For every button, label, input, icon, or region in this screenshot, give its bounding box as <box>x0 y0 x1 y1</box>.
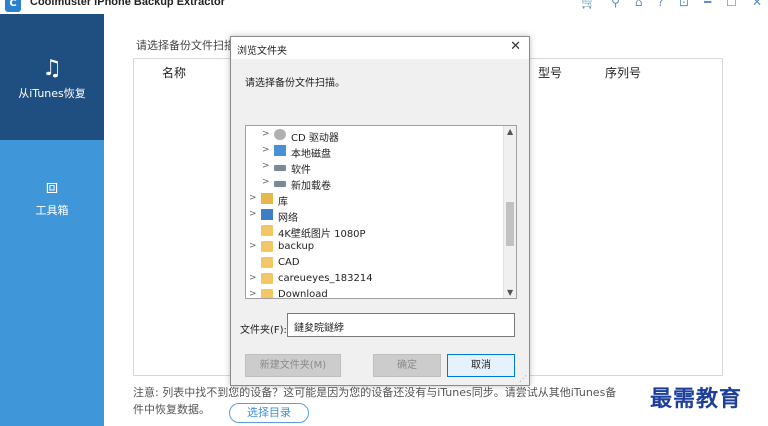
folder-icon <box>261 273 273 284</box>
ok-button[interactable]: 确定 <box>373 354 441 377</box>
home-icon[interactable]: ⌂ <box>635 0 643 9</box>
cart-icon[interactable]: 🛒 <box>581 0 596 9</box>
scroll-up-icon[interactable]: ▲ <box>507 127 513 136</box>
column-header-name[interactable]: 名称 <box>162 64 186 81</box>
app-title: Coolmuster iPhone Backup Extractor <box>30 0 225 8</box>
select-directory-button[interactable]: 选择目录 <box>229 403 309 423</box>
local-disk-icon <box>274 145 286 156</box>
key-icon[interactable]: ⚲ <box>611 0 620 9</box>
folder-icon <box>261 257 273 268</box>
close-icon[interactable]: ✕ <box>752 0 762 9</box>
cancel-button[interactable]: 取消 <box>447 354 515 377</box>
library-icon <box>261 193 273 204</box>
column-header-serial[interactable]: 序列号 <box>605 64 641 81</box>
tree-scrollbar[interactable]: ▲ ▼ <box>503 126 516 298</box>
music-sync-icon: ♫ <box>42 56 62 81</box>
note-text-line2: 件中恢复数据。 <box>133 403 210 416</box>
scroll-down-icon[interactable]: ▼ <box>507 288 513 297</box>
folder-icon <box>261 241 273 252</box>
tree-item-label: 软件 <box>291 165 311 176</box>
dialog-title-bar: 浏览文件夹 ✕ <box>231 37 529 59</box>
minimize-icon[interactable]: ━ <box>704 0 711 9</box>
folder-icon <box>261 225 273 236</box>
folder-field-label: 文件夹(F): <box>240 325 287 336</box>
drive-icon <box>274 165 286 171</box>
expand-arrow-icon[interactable]: > <box>249 241 257 251</box>
title-bar-icons: 🛒 ⚲ ⌂ ? ⊡ ━ ☐ ✕ <box>581 0 762 9</box>
scroll-thumb[interactable] <box>506 202 514 246</box>
title-bar: C Coolmuster iPhone Backup Extractor 🛒 ⚲… <box>0 0 768 14</box>
resize-grip-icon[interactable]: ⋰ <box>519 374 527 383</box>
tree-item-label: CAD <box>278 257 300 268</box>
sidebar-item-label: 工具箱 <box>35 204 69 217</box>
expand-arrow-icon[interactable]: > <box>262 129 270 139</box>
note-text: 注意: 列表中找不到您的设备？这可能是因为您的设备还没有与iTunes同步。请尝… <box>133 386 617 399</box>
sidebar-item-toolbox[interactable]: ⧈ 工具箱 <box>0 174 104 234</box>
sidebar-item-label: 从iTunes恢复 <box>18 87 86 100</box>
expand-arrow-icon[interactable]: > <box>249 273 257 283</box>
app-logo-icon: C <box>5 0 21 12</box>
expand-arrow-icon[interactable]: > <box>262 145 270 155</box>
tree-item-label: 新加载卷 <box>291 181 331 192</box>
dialog-instruction: 请选择备份文件扫描。 <box>245 78 345 89</box>
tree-item-label: 库 <box>278 197 288 208</box>
tree-item-label: 网络 <box>278 213 298 224</box>
toolbox-icon: ⧈ <box>45 174 59 198</box>
expand-arrow-icon[interactable]: > <box>249 209 257 219</box>
folder-icon <box>261 289 273 298</box>
drive-icon <box>274 181 286 187</box>
dialog-close-icon[interactable]: ✕ <box>510 39 521 54</box>
new-folder-button[interactable]: 新建文件夹(M) <box>245 354 341 377</box>
cd-drive-icon <box>274 129 286 140</box>
expand-arrow-icon[interactable]: > <box>249 289 257 298</box>
watermark: 最需教育 <box>650 386 743 412</box>
tree-item-label: careueyes_183214 <box>278 273 373 284</box>
tree-item-label: backup <box>278 241 315 252</box>
browse-folder-dialog: 浏览文件夹 ✕ 请选择备份文件扫描。 > CD 驱动器 > 本地磁盘 > 软件 > 新加载卷 >… <box>230 36 530 386</box>
help-icon[interactable]: ? <box>658 0 664 9</box>
expand-arrow-icon[interactable]: > <box>262 177 270 187</box>
sidebar: ♫ 从iTunes恢复 ⧈ 工具箱 <box>0 14 104 426</box>
tree-item-label: Download <box>278 289 328 299</box>
dialog-title: 浏览文件夹 <box>237 46 287 57</box>
maximize-icon[interactable]: ☐ <box>726 0 737 9</box>
folder-field[interactable]: 鏈夋晥鐩綍 <box>287 313 515 337</box>
sidebar-item-itunes-restore[interactable]: ♫ 从iTunes恢复 <box>0 14 104 140</box>
tree-item-label: CD 驱动器 <box>291 133 339 144</box>
tree-item-label: 本地磁盘 <box>291 149 331 160</box>
tree-item-label: 4K壁纸图片 1080P <box>278 229 366 240</box>
column-header-model[interactable]: 型号 <box>538 64 562 81</box>
folder-tree[interactable]: > CD 驱动器 > 本地磁盘 > 软件 > 新加载卷 > 库 > 网络 4K壁纸图片 1080P > ba… <box>245 125 517 299</box>
expand-arrow-icon[interactable]: > <box>249 193 257 203</box>
network-icon <box>261 209 273 220</box>
expand-arrow-icon[interactable]: > <box>262 161 270 171</box>
feedback-icon[interactable]: ⊡ <box>679 0 689 9</box>
